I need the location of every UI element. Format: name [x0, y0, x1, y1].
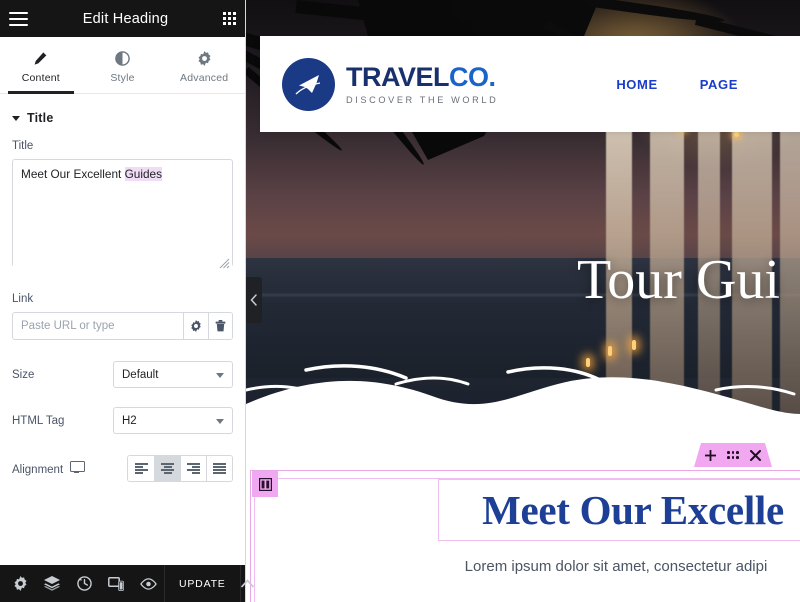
tab-style-label: Style — [110, 72, 135, 84]
section-subtext[interactable]: Lorem ipsum dolor sit amet, consectetur … — [246, 558, 800, 575]
tab-advanced-label: Advanced — [180, 72, 229, 84]
link-options-gear-icon[interactable] — [183, 313, 208, 339]
tab-advanced[interactable]: Advanced — [163, 37, 245, 93]
settings-icon[interactable] — [4, 565, 36, 602]
editor-screen: Tour Gui TRAVELCO. DISCOVER THE WORLD HO… — [0, 0, 800, 602]
tab-content[interactable]: Content — [0, 37, 82, 94]
chevron-left-icon — [250, 294, 257, 306]
desktop-icon[interactable] — [70, 461, 86, 473]
size-select[interactable]: Default — [113, 361, 233, 388]
title-field-label: Title — [12, 140, 34, 152]
alignment-button-group — [127, 455, 233, 482]
drag-handle-icon[interactable] — [726, 451, 740, 459]
html-tag-select[interactable]: H2 — [113, 407, 233, 434]
align-right-button[interactable] — [180, 456, 206, 481]
apps-grid-icon[interactable] — [223, 12, 236, 25]
site-header: TRAVELCO. DISCOVER THE WORLD HOME PAGE — [260, 36, 800, 132]
update-button[interactable]: UPDATE — [164, 565, 240, 602]
close-x-icon[interactable] — [750, 449, 762, 461]
plus-icon[interactable] — [704, 449, 716, 461]
logo-name-dark: TRAVEL — [346, 61, 450, 92]
control-alignment: Alignment — [0, 443, 245, 491]
size-label: Size — [12, 368, 35, 381]
chevron-down-icon — [216, 372, 224, 378]
history-icon[interactable] — [68, 565, 100, 602]
control-link: Link — [0, 279, 245, 347]
panel-footer: UPDATE — [0, 565, 254, 602]
title-input[interactable] — [12, 159, 233, 267]
panel-body: Title Title Meet Our Excellent Guides Li… — [0, 94, 245, 565]
tab-content-label: Content — [21, 72, 60, 84]
preview-eye-icon[interactable] — [132, 565, 164, 602]
panel-collapse-handle[interactable] — [246, 277, 262, 323]
navigator-layers-icon[interactable] — [36, 565, 68, 602]
hamburger-icon[interactable] — [9, 11, 28, 26]
preview-canvas[interactable]: Tour Gui TRAVELCO. DISCOVER THE WORLD HO… — [246, 0, 800, 602]
align-justify-button[interactable] — [206, 456, 232, 481]
align-left-button[interactable] — [128, 456, 154, 481]
panel-header: Edit Heading — [0, 0, 245, 37]
site-nav: HOME PAGE — [616, 77, 738, 92]
chevron-up-icon[interactable] — [239, 565, 254, 602]
align-center-button[interactable] — [154, 456, 180, 481]
gear-icon — [197, 50, 212, 67]
logo-name-bright: CO. — [449, 61, 496, 92]
nav-item-home[interactable]: HOME — [616, 77, 657, 92]
size-value: Default — [122, 368, 159, 381]
logo-tagline: DISCOVER THE WORLD — [346, 94, 499, 105]
widget-toolbar[interactable] — [694, 443, 772, 467]
link-input[interactable] — [13, 313, 183, 339]
editor-panel: Edit Heading Content Style Advanced Titl… — [0, 0, 254, 602]
logo-circle — [282, 57, 335, 111]
tab-style[interactable]: Style — [82, 37, 164, 93]
alignment-label-text: Alignment — [12, 464, 64, 476]
html-tag-label: HTML Tag — [12, 414, 65, 427]
control-html-tag: HTML Tag H2 — [0, 397, 245, 443]
chevron-down-icon — [216, 418, 224, 424]
pencil-icon — [33, 50, 48, 67]
control-size: Size Default — [0, 347, 245, 397]
html-tag-value: H2 — [122, 414, 137, 427]
chevron-down-icon — [12, 115, 20, 121]
control-title: Title Meet Our Excellent Guides — [0, 133, 245, 279]
section-title-label: Title — [27, 111, 54, 125]
section-heading[interactable]: Meet Our Excelle — [246, 486, 800, 534]
nav-item-page[interactable]: PAGE — [700, 77, 738, 92]
airplane-icon — [295, 75, 320, 95]
section-title-toggle[interactable]: Title — [0, 94, 245, 133]
hero-title: Tour Gui — [577, 249, 780, 311]
site-logo[interactable]: TRAVELCO. DISCOVER THE WORLD — [282, 57, 499, 111]
dynamic-tag-icon[interactable] — [207, 313, 232, 339]
panel-tabs: Content Style Advanced — [0, 37, 245, 94]
responsive-mode-icon[interactable] — [100, 565, 132, 602]
logo-text: TRAVELCO. DISCOVER THE WORLD — [346, 61, 499, 105]
panel-title: Edit Heading — [82, 10, 169, 27]
link-field[interactable] — [12, 312, 233, 340]
alignment-label: Alignment — [12, 461, 86, 476]
link-field-label: Link — [12, 293, 34, 305]
contrast-icon — [115, 50, 130, 67]
